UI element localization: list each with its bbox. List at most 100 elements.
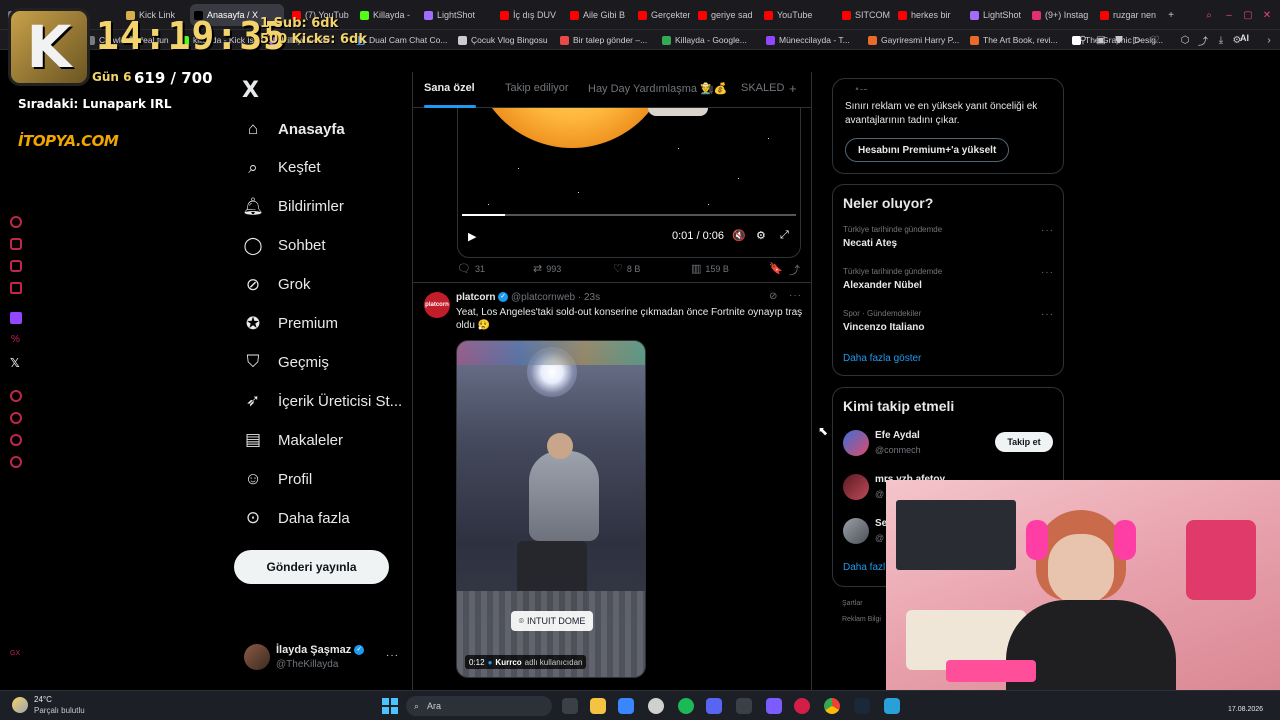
start-button[interactable] — [382, 698, 398, 714]
feed-tab[interactable]: Hay Day Yardımlaşma 👨‍🌾💰 — [588, 82, 727, 95]
post-button[interactable]: Gönderi yayınla — [234, 550, 389, 584]
share-icon[interactable]: ⤴ — [1196, 33, 1210, 48]
app-icon[interactable] — [736, 698, 752, 714]
video-progress-bar[interactable] — [462, 214, 796, 216]
browser-tab[interactable]: İç dış DUV — [496, 4, 562, 26]
show-more-follow-link[interactable]: Daha fazl — [843, 562, 885, 573]
search-tabs-icon[interactable]: ⌕ — [1202, 8, 1216, 22]
grok-explain-icon[interactable]: ⊘ — [769, 291, 777, 302]
app-grid-icon[interactable] — [766, 698, 782, 714]
trend-more-icon[interactable]: ··· — [1041, 309, 1054, 320]
follow-avatar[interactable] — [843, 474, 869, 500]
bookmark-item[interactable]: Çocuk Vlog Bingosu — [458, 33, 548, 47]
fullscreen-icon[interactable]: ⤢ — [780, 229, 789, 242]
tweet-avatar[interactable]: platcorn — [424, 292, 450, 318]
spotify-icon[interactable] — [678, 698, 694, 714]
x-logo[interactable]: X — [242, 78, 259, 103]
add-tab-button[interactable]: + — [789, 81, 797, 96]
views-action[interactable]: ▥ 159 B — [691, 262, 729, 275]
nav-item-search[interactable]: ⌕ Keşfet — [242, 151, 320, 185]
browser-tab[interactable]: LightShot — [966, 4, 1024, 26]
tweet-time[interactable]: · 23s — [578, 292, 600, 303]
footer-terms-link[interactable]: Şartlar — [842, 600, 863, 607]
tweet-more-icon[interactable]: ··· — [789, 290, 802, 301]
nav-item-grok[interactable]: ⊘ Grok — [242, 268, 311, 302]
shield-icon[interactable]: ⛊ — [1112, 33, 1126, 47]
minimize-icon[interactable]: – — [1222, 8, 1236, 22]
share-action[interactable]: ⤴ — [789, 262, 804, 278]
bookmark-action[interactable]: 🔖 — [769, 262, 787, 275]
trend-item[interactable]: Spor · Gündemdekiler Vincenzo Italiano ··· — [843, 309, 1055, 345]
browser-tab[interactable]: Aile Gibi B — [566, 4, 630, 26]
browser-tab[interactable]: geriye sad — [694, 4, 756, 26]
tweet-author-handle[interactable]: @platcornweb — [511, 292, 575, 303]
new-tab-button[interactable]: + — [1164, 8, 1178, 22]
mute-icon[interactable]: 🔇 — [732, 229, 746, 242]
reply-action[interactable]: 🗨 31 — [457, 262, 485, 275]
discord-icon[interactable] — [706, 698, 722, 714]
video-settings-icon[interactable]: ⚙ — [756, 229, 766, 242]
like-action[interactable]: ♡ 8 B — [613, 262, 640, 275]
task-view-icon[interactable] — [562, 698, 578, 714]
download-icon[interactable]: ⤓ — [1214, 33, 1228, 47]
feed-tab[interactable]: SKALED — [741, 82, 784, 94]
profile-avatar[interactable] — [244, 644, 270, 670]
trend-more-icon[interactable]: ··· — [1041, 267, 1054, 278]
mail-icon[interactable] — [618, 698, 634, 714]
footer-ads-link[interactable]: Reklam Bilgi — [842, 616, 881, 623]
trend-item[interactable]: Türkiye tarihinde gündemde Alexander Nübe… — [843, 267, 1055, 303]
browser-tab[interactable]: Killayda - — [356, 4, 416, 26]
nav-item-rocket[interactable]: ➶ İçerik Üreticisi St... — [242, 384, 402, 418]
bookmark-item[interactable]: Bir talep gönder –... — [560, 33, 647, 47]
steam-icon[interactable] — [854, 698, 870, 714]
github-icon[interactable] — [648, 698, 664, 714]
follow-button[interactable]: Takip et — [995, 432, 1053, 452]
maximize-icon[interactable]: ▢ — [1241, 8, 1255, 22]
play-icon[interactable]: ▶ — [468, 230, 476, 243]
profile-name[interactable]: İlayda Şaşmaz ✓ — [276, 644, 365, 656]
close-window-icon[interactable]: ✕ — [1260, 8, 1274, 22]
nav-item-person[interactable]: ☺ Profil — [242, 462, 312, 496]
browser-tab[interactable]: herkes bir — [894, 4, 962, 26]
tweet-video[interactable]: ⌾ INTUIT DOME 0:12 ● Kurrco adlı kullanıc… — [456, 340, 646, 678]
follow-avatar[interactable] — [843, 518, 869, 544]
trend-item[interactable]: Türkiye tarihinde gündemde Necati Ateş ··· — [843, 225, 1055, 261]
nav-item-bookmark[interactable]: ⛉ Geçmiş — [242, 345, 329, 379]
puzzle-icon[interactable]: ⬡ — [1178, 33, 1192, 47]
account-menu-icon[interactable]: ··· — [386, 650, 399, 661]
browser-tab[interactable]: LightShot — [420, 4, 492, 26]
file-explorer-icon[interactable] — [590, 698, 606, 714]
weather-temp[interactable]: 24°C — [34, 695, 52, 704]
pin-icon[interactable]: ⚲ — [1076, 33, 1090, 47]
browser-tab[interactable]: YouTube — [760, 4, 834, 26]
play-icon[interactable]: ▷ — [1130, 33, 1144, 47]
nav-item-bell[interactable]: 🔔︎ Bildirimler — [242, 190, 344, 224]
opera-gx-icon[interactable] — [794, 698, 810, 714]
nav-item-premium[interactable]: ✪ Premium — [242, 307, 338, 341]
credit-name[interactable]: Kurrco — [495, 658, 521, 667]
browser-tab[interactable]: Gerçekten — [634, 4, 690, 26]
taskbar-search[interactable]: ⌕ Ara — [406, 696, 552, 716]
bookmark-item[interactable]: Dual Cam Chat Co... — [356, 33, 447, 47]
video-player[interactable]: ▶ 0:01 / 0:06 🔇 ⚙ ⤢ — [457, 108, 801, 258]
weather-desc[interactable]: Parçalı bulutlu — [34, 706, 85, 715]
location-tag[interactable]: ⌾ INTUIT DOME — [511, 611, 593, 631]
follow-suggestion[interactable]: Efe Aydal @conmech Takip et — [843, 428, 1055, 460]
feed-tab[interactable]: Sana özel — [424, 82, 475, 94]
bookmark-item[interactable]: Killayda - Google... — [662, 33, 747, 47]
follow-avatar[interactable] — [843, 430, 869, 456]
heart-icon[interactable]: ♡ — [1148, 33, 1162, 47]
bookmark-item[interactable]: Münecci­layda - T... — [766, 33, 850, 47]
browser-tab[interactable]: ruzgar nen — [1096, 4, 1156, 26]
nav-item-chat[interactable]: ◯ Sohbet — [242, 229, 325, 263]
browser-tab[interactable]: SITCOM E — [838, 4, 890, 26]
bookmark-item[interactable]: The Art Book, revi... — [970, 33, 1058, 47]
bookmark-item[interactable]: Gayriresmi Harry P... — [868, 33, 959, 47]
extension-icon[interactable]: ▣ — [1094, 33, 1108, 47]
notepad-icon[interactable] — [884, 698, 900, 714]
browser-tab[interactable]: (9+) Instag — [1028, 4, 1092, 26]
trend-more-icon[interactable]: ··· — [1041, 225, 1054, 236]
ai-button[interactable]: AI — [1240, 33, 1249, 43]
premium-upgrade-button[interactable]: Hesabını Premium+'a yükselt — [845, 138, 1010, 162]
follow-name[interactable]: Efe Aydal — [875, 430, 920, 441]
